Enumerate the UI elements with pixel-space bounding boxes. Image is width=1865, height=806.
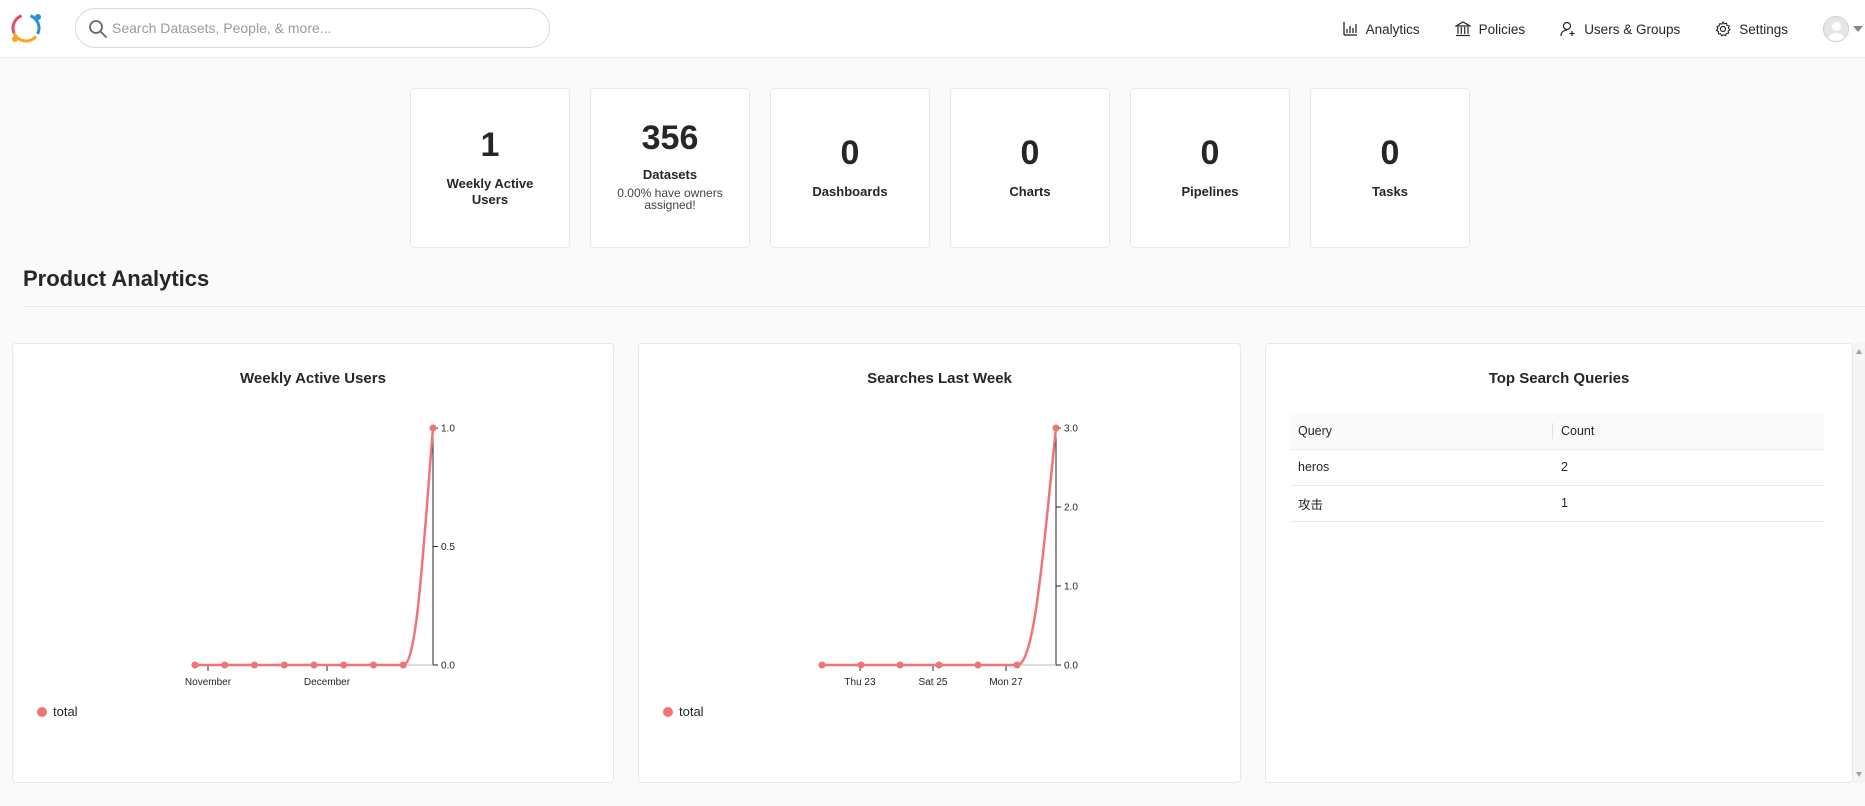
highlight-value: 0: [1380, 134, 1400, 172]
nav-analytics-link[interactable]: Analytics: [1342, 21, 1420, 37]
data-point: [818, 661, 826, 669]
search-icon: [89, 20, 107, 38]
legend-label: total: [53, 704, 78, 719]
chart-panel-searches-last-week: Searches Last Week 0.0 1.0 2.0 3.0 Thu 23 Sat…: [638, 343, 1241, 783]
highlight-label: Charts: [1009, 184, 1051, 199]
highlight-label: Dashboards: [812, 184, 888, 199]
query-cell: 攻击: [1290, 485, 1553, 522]
highlight-value: 356: [641, 119, 699, 157]
user-add-icon: [1560, 21, 1575, 37]
data-point: [896, 661, 904, 669]
highlight-cards: 1 Weekly Active Users 356 Datasets 0.00%…: [410, 88, 1490, 248]
highlight-card-charts: 0 Charts: [950, 88, 1110, 248]
y-tick-label: 2.0: [1064, 503, 1078, 514]
highlight-subtext: 0.00% have owners assigned!: [617, 186, 723, 212]
y-tick-label: 1.0: [1064, 582, 1078, 593]
avatar[interactable]: [1823, 16, 1849, 42]
x-tick-label: December: [304, 677, 351, 688]
logo-icon[interactable]: [6, 8, 46, 48]
legend-dot: [663, 706, 673, 717]
data-point: [974, 661, 982, 669]
y-tick-label: 0.5: [441, 542, 455, 553]
top-header: Analytics Policies Users & Groups: [0, 0, 1865, 58]
scroll-up-icon[interactable]: [1856, 349, 1862, 354]
table-row: heros 2: [1290, 449, 1824, 486]
legend-dot: [37, 706, 47, 717]
data-point: [935, 661, 943, 669]
y-tick-label: 0.0: [441, 661, 455, 672]
data-point: [310, 661, 318, 669]
page-scrollbar[interactable]: [1853, 343, 1865, 783]
highlight-value: 1: [480, 126, 500, 164]
header-nav: Analytics Policies Users & Groups Settin…: [1342, 0, 1865, 58]
data-point: [370, 661, 377, 669]
count-cell: 2: [1553, 449, 1824, 486]
table-row: 攻击 1: [1290, 485, 1824, 522]
chart-legend: total: [663, 704, 704, 719]
chart-legend: total: [37, 704, 78, 719]
table-title: Top Search Queries: [1488, 370, 1630, 387]
nav-policies-label: Policies: [1478, 21, 1526, 37]
data-point: [857, 661, 865, 669]
column-header-count: Count: [1553, 413, 1824, 450]
data-point: [340, 661, 348, 669]
nav-policies-link[interactable]: Policies: [1454, 21, 1526, 37]
nav-settings-label: Settings: [1739, 21, 1788, 37]
section-title: Product Analytics: [23, 266, 210, 291]
highlight-label: Pipelines: [1181, 184, 1239, 199]
data-point: [221, 661, 229, 669]
highlight-value: 0: [840, 134, 860, 172]
x-tick-label: Thu 23: [844, 677, 876, 688]
highlight-label: Weekly Active Users: [446, 176, 534, 207]
data-point: [251, 661, 258, 669]
gear-icon: [1715, 21, 1732, 37]
user-menu[interactable]: [1823, 16, 1863, 42]
data-point: [191, 661, 199, 669]
y-tick-label: 1.0: [441, 424, 455, 435]
highlight-card-tasks: 0 Tasks: [1310, 88, 1470, 248]
bar-chart-icon: [1342, 22, 1357, 36]
caret-down-icon[interactable]: [1853, 26, 1863, 32]
nav-analytics-label: Analytics: [1365, 21, 1420, 37]
search-bar[interactable]: [75, 8, 550, 48]
series-line-total: [822, 427, 1058, 667]
highlight-card-dashboards: 0 Dashboards: [770, 88, 930, 248]
table-header-row: Query Count: [1290, 413, 1824, 450]
highlight-value: 0: [1200, 134, 1220, 172]
chart-panel-weekly-active-users: Weekly Active Users 0.0 0.5 1.0 November Dec…: [12, 343, 614, 783]
highlight-label: Tasks: [1372, 184, 1408, 199]
y-tick-label: 3.0: [1064, 424, 1078, 435]
column-header-query: Query: [1290, 413, 1553, 450]
highlight-label: Datasets: [642, 167, 698, 182]
nav-settings-link[interactable]: Settings: [1715, 21, 1788, 37]
highlight-card-datasets: 356 Datasets 0.00% have owners assigned!: [590, 88, 750, 248]
highlight-card-pipelines: 0 Pipelines: [1130, 88, 1290, 248]
top-queries-table: Query Count heros 2 攻击 1: [1290, 413, 1824, 522]
section-divider: [23, 306, 1865, 307]
legend-label: total: [679, 704, 704, 719]
y-tick-label: 0.0: [1064, 661, 1078, 672]
data-point: [1052, 424, 1060, 432]
search-input[interactable]: [112, 17, 532, 39]
x-tick-label: November: [185, 677, 232, 688]
x-tick-label: Sat 25: [919, 677, 948, 688]
series-line-total: [195, 427, 435, 667]
scroll-down-icon[interactable]: [1856, 772, 1862, 777]
bank-icon: [1454, 21, 1471, 37]
nav-users-groups-link[interactable]: Users & Groups: [1560, 21, 1680, 37]
data-point: [429, 424, 437, 432]
data-point: [399, 661, 407, 669]
table-panel-top-search-queries: Top Search Queries Query Count heros 2 攻…: [1265, 343, 1853, 783]
line-chart-weekly-active-users: 0.0 0.5 1.0 November December: [185, 424, 455, 689]
highlight-value: 0: [1020, 134, 1040, 172]
data-point: [1013, 661, 1021, 669]
highlight-card-weekly-active-users: 1 Weekly Active Users: [410, 88, 570, 248]
x-tick-label: Mon 27: [989, 677, 1023, 688]
data-point: [280, 661, 288, 669]
nav-users-groups-label: Users & Groups: [1584, 21, 1681, 37]
line-chart-searches-last-week: 0.0 1.0 2.0 3.0 Thu 23 Sat 25 Mon 27: [818, 424, 1078, 688]
count-cell: 1: [1553, 485, 1824, 522]
query-cell: heros: [1290, 449, 1553, 486]
